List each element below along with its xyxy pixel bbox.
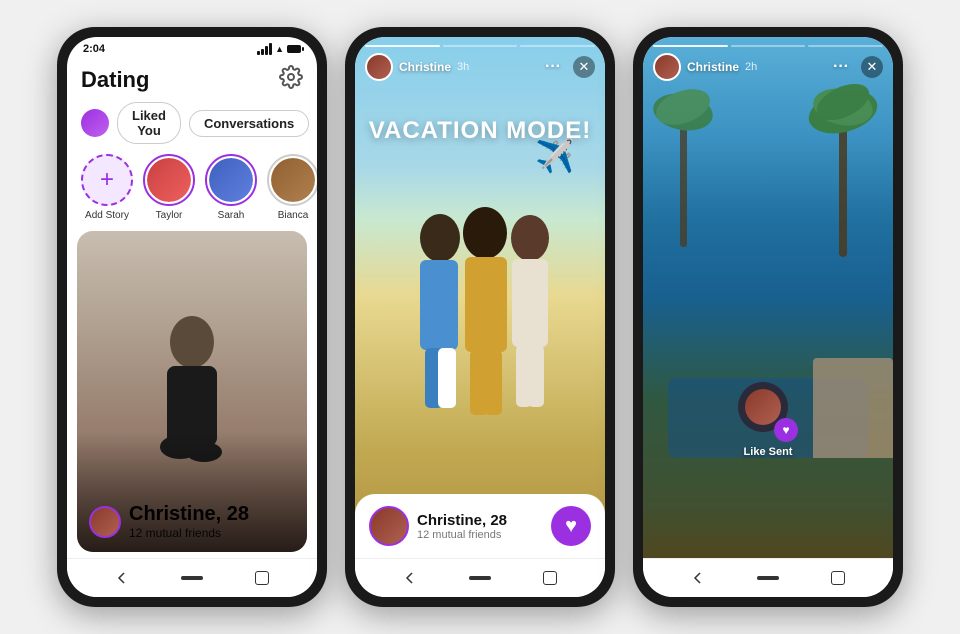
story-bottom-name-2: Christine, 28	[417, 512, 507, 529]
story-screen-3: Christine 2h ··· ✕	[643, 37, 893, 558]
story-bottom-avatar-2	[369, 506, 409, 546]
progress-seg-3-1	[653, 45, 728, 47]
story-circle-taylor[interactable]	[143, 154, 195, 206]
story-circle-sarah[interactable]	[205, 154, 257, 206]
like-button-2[interactable]: ♥	[551, 506, 591, 546]
progress-seg-3-2	[731, 45, 806, 47]
card-avatar	[89, 506, 121, 538]
story-progress-3	[653, 45, 883, 47]
story-label-sarah: Sarah	[218, 210, 245, 221]
status-icons: ▲	[257, 43, 301, 55]
plane-emoji: ✈️	[535, 137, 575, 175]
status-bar-1: 2:04 ▲	[67, 37, 317, 57]
like-heart-icon: ♥	[782, 423, 789, 437]
phone-3: Christine 2h ··· ✕	[633, 27, 903, 607]
back-button-1[interactable]	[111, 567, 133, 589]
story-bianca[interactable]: Bianca	[267, 154, 317, 221]
add-story-circle[interactable]: +	[81, 154, 133, 206]
signal-icon	[257, 43, 272, 55]
dots-icon-3: ···	[833, 58, 849, 76]
story-label-bianca: Bianca	[278, 210, 309, 221]
story-close-button-2[interactable]: ✕	[573, 56, 595, 78]
story-user-avatar-2	[365, 53, 393, 81]
story-close-button-3[interactable]: ✕	[861, 56, 883, 78]
story-bottom-left-2: Christine, 28 12 mutual friends	[369, 506, 507, 546]
square-button-1[interactable]	[251, 567, 273, 589]
square-button-2[interactable]	[539, 567, 561, 589]
progress-seg-3-3	[808, 45, 883, 47]
close-icon-2: ✕	[579, 59, 590, 75]
user-avatar-tab	[81, 109, 109, 137]
dating-title: Dating	[81, 67, 149, 93]
story-user-avatar-3	[653, 53, 681, 81]
phone-1: 2:04 ▲ Dating	[57, 27, 327, 607]
like-heart-badge: ♥	[774, 418, 798, 442]
progress-seg-1	[365, 45, 440, 47]
phone-2: Christine 3h ··· ✕ VACATION MODE! ✈️	[345, 27, 615, 607]
stories-row: + Add Story Taylor	[67, 152, 317, 231]
wifi-icon: ▲	[275, 44, 284, 54]
story-label-add: Add Story	[85, 210, 129, 221]
story-add[interactable]: + Add Story	[81, 154, 133, 221]
story-label-taylor: Taylor	[156, 210, 183, 221]
story-screen-2: Christine 3h ··· ✕ VACATION MODE! ✈️	[355, 37, 605, 558]
story-top-bar-2: Christine 3h ··· ✕	[355, 37, 605, 85]
home-button-2[interactable]	[469, 567, 491, 589]
card-info: Christine, 28 12 mutual friends	[129, 503, 249, 540]
story-actions-2: ··· ✕	[541, 55, 595, 79]
back-button-3[interactable]	[687, 567, 709, 589]
story-bottom-sub-2: 12 mutual friends	[417, 529, 507, 541]
story-photo-sarah	[209, 158, 253, 202]
story-photo-bianca	[271, 158, 315, 202]
story-time-3: 2h	[745, 61, 757, 73]
story-photo-taylor	[147, 158, 191, 202]
story-user-row-3: Christine 2h ··· ✕	[653, 53, 883, 81]
story-time-2: 3h	[457, 61, 469, 73]
story-user-row-2: Christine 3h ··· ✕	[365, 53, 595, 81]
home-button-1[interactable]	[181, 567, 203, 589]
story-taylor[interactable]: Taylor	[143, 154, 195, 221]
progress-seg-2	[443, 45, 518, 47]
story-user-left-3: Christine 2h	[653, 53, 757, 81]
story-progress-2	[365, 45, 595, 47]
settings-button[interactable]	[279, 65, 303, 94]
story-more-button-3[interactable]: ···	[829, 55, 853, 79]
bottom-nav-1	[67, 558, 317, 597]
home-button-3[interactable]	[757, 567, 779, 589]
story-more-button-2[interactable]: ···	[541, 55, 565, 79]
dating-header: Dating	[67, 57, 317, 98]
dots-icon-2: ···	[545, 58, 561, 76]
close-icon-3: ✕	[867, 59, 878, 75]
like-sent-figure: ♥	[738, 382, 798, 442]
card-sub: 12 mutual friends	[129, 526, 249, 540]
beach-bg	[355, 37, 605, 558]
tabs-row: Liked You Conversations	[67, 98, 317, 152]
heart-icon-2: ♥	[565, 515, 577, 538]
progress-seg-3	[520, 45, 595, 47]
story-user-left-2: Christine 3h	[365, 53, 469, 81]
tab-conversations[interactable]: Conversations	[189, 110, 309, 137]
bottom-nav-3	[643, 558, 893, 597]
story-actions-3: ··· ✕	[829, 55, 883, 79]
story-bottom-info-2: Christine, 28 12 mutual friends	[417, 512, 507, 541]
time-display: 2:04	[83, 43, 105, 55]
tab-liked-you[interactable]: Liked You	[117, 102, 181, 144]
story-username-2: Christine	[399, 60, 451, 74]
like-sent-label: Like Sent	[744, 446, 793, 458]
story-circle-bianca[interactable]	[267, 154, 317, 206]
story-username-3: Christine	[687, 60, 739, 74]
phone1-content: Dating Liked You Conversations +	[67, 57, 317, 558]
story-bottom-card-2: Christine, 28 12 mutual friends ♥	[355, 494, 605, 558]
card-name: Christine, 28	[129, 503, 249, 526]
main-card[interactable]: Christine, 28 12 mutual friends	[77, 231, 307, 552]
back-button-2[interactable]	[399, 567, 421, 589]
resort-bg	[643, 37, 893, 558]
square-button-3[interactable]	[827, 567, 849, 589]
battery-icon	[287, 45, 301, 53]
like-sent-container: ♥ Like Sent	[738, 382, 798, 458]
plus-icon: +	[100, 168, 114, 192]
bottom-nav-2	[355, 558, 605, 597]
story-top-bar-3: Christine 2h ··· ✕	[643, 37, 893, 85]
story-sarah[interactable]: Sarah	[205, 154, 257, 221]
